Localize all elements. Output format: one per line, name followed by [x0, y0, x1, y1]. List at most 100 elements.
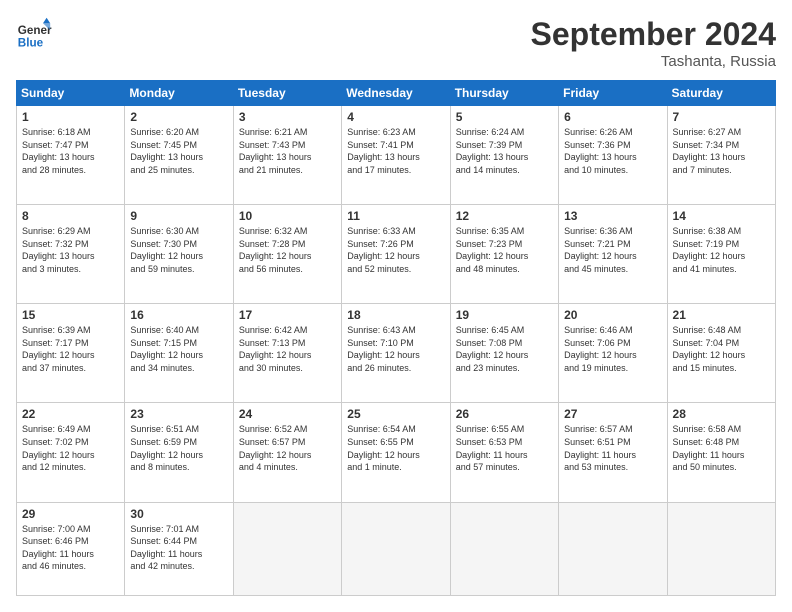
cell-info: Sunrise: 6:55 AM Sunset: 6:53 PM Dayligh… — [456, 423, 553, 473]
cell-info: Sunrise: 6:26 AM Sunset: 7:36 PM Dayligh… — [564, 126, 661, 176]
cell-info: Sunrise: 7:01 AM Sunset: 6:44 PM Dayligh… — [130, 523, 227, 573]
day-number: 29 — [22, 507, 119, 521]
table-row: 17 Sunrise: 6:42 AM Sunset: 7:13 PM Dayli… — [233, 304, 341, 403]
page: General Blue September 2024 Tashanta, Ru… — [0, 0, 792, 612]
table-row — [450, 502, 558, 595]
cell-info: Sunrise: 6:32 AM Sunset: 7:28 PM Dayligh… — [239, 225, 336, 275]
calendar-table: Sunday Monday Tuesday Wednesday Thursday… — [16, 80, 776, 596]
table-row: 3 Sunrise: 6:21 AM Sunset: 7:43 PM Daylig… — [233, 106, 341, 205]
day-number: 6 — [564, 110, 661, 124]
svg-text:Blue: Blue — [18, 37, 44, 50]
day-number: 26 — [456, 407, 553, 421]
table-row: 13 Sunrise: 6:36 AM Sunset: 7:21 PM Dayli… — [559, 205, 667, 304]
cell-info: Sunrise: 6:18 AM Sunset: 7:47 PM Dayligh… — [22, 126, 119, 176]
table-row: 25 Sunrise: 6:54 AM Sunset: 6:55 PM Dayli… — [342, 403, 450, 502]
day-number: 5 — [456, 110, 553, 124]
table-row: 27 Sunrise: 6:57 AM Sunset: 6:51 PM Dayli… — [559, 403, 667, 502]
table-row: 18 Sunrise: 6:43 AM Sunset: 7:10 PM Dayli… — [342, 304, 450, 403]
cell-info: Sunrise: 6:20 AM Sunset: 7:45 PM Dayligh… — [130, 126, 227, 176]
col-saturday: Saturday — [667, 81, 775, 106]
cell-info: Sunrise: 6:27 AM Sunset: 7:34 PM Dayligh… — [673, 126, 770, 176]
cell-info: Sunrise: 6:30 AM Sunset: 7:30 PM Dayligh… — [130, 225, 227, 275]
day-number: 23 — [130, 407, 227, 421]
table-row: 14Sunrise: 6:38 AM Sunset: 7:19 PM Dayli… — [667, 205, 775, 304]
cell-info: Sunrise: 6:46 AM Sunset: 7:06 PM Dayligh… — [564, 324, 661, 374]
cell-info: Sunrise: 6:23 AM Sunset: 7:41 PM Dayligh… — [347, 126, 444, 176]
table-row: 2 Sunrise: 6:20 AM Sunset: 7:45 PM Daylig… — [125, 106, 233, 205]
table-row: 10Sunrise: 6:32 AM Sunset: 7:28 PM Dayli… — [233, 205, 341, 304]
day-number: 1 — [22, 110, 119, 124]
table-row: 15Sunrise: 6:39 AM Sunset: 7:17 PM Dayli… — [17, 304, 125, 403]
table-row — [233, 502, 341, 595]
day-number: 17 — [239, 308, 336, 322]
day-number: 21 — [673, 308, 770, 322]
col-monday: Monday — [125, 81, 233, 106]
calendar-header-row: Sunday Monday Tuesday Wednesday Thursday… — [17, 81, 776, 106]
table-row: 5 Sunrise: 6:24 AM Sunset: 7:39 PM Daylig… — [450, 106, 558, 205]
col-friday: Friday — [559, 81, 667, 106]
logo: General Blue — [16, 16, 52, 52]
cell-info: Sunrise: 6:24 AM Sunset: 7:39 PM Dayligh… — [456, 126, 553, 176]
day-number: 13 — [564, 209, 661, 223]
table-row: 4 Sunrise: 6:23 AM Sunset: 7:41 PM Daylig… — [342, 106, 450, 205]
cell-info: Sunrise: 6:58 AM Sunset: 6:48 PM Dayligh… — [673, 423, 770, 473]
cell-info: Sunrise: 6:35 AM Sunset: 7:23 PM Dayligh… — [456, 225, 553, 275]
table-row — [559, 502, 667, 595]
table-row: 23 Sunrise: 6:51 AM Sunset: 6:59 PM Dayli… — [125, 403, 233, 502]
day-number: 24 — [239, 407, 336, 421]
cell-info: Sunrise: 6:36 AM Sunset: 7:21 PM Dayligh… — [564, 225, 661, 275]
day-number: 2 — [130, 110, 227, 124]
title-block: September 2024 Tashanta, Russia — [531, 16, 776, 70]
logo-icon: General Blue — [16, 16, 52, 52]
day-number: 9 — [130, 209, 227, 223]
table-row: 9 Sunrise: 6:30 AM Sunset: 7:30 PM Daylig… — [125, 205, 233, 304]
table-row: 11 Sunrise: 6:33 AM Sunset: 7:26 PM Dayli… — [342, 205, 450, 304]
table-row: 20Sunrise: 6:46 AM Sunset: 7:06 PM Dayli… — [559, 304, 667, 403]
cell-info: Sunrise: 6:40 AM Sunset: 7:15 PM Dayligh… — [130, 324, 227, 374]
table-row: 21 Sunrise: 6:48 AM Sunset: 7:04 PM Dayli… — [667, 304, 775, 403]
table-row: 24 Sunrise: 6:52 AM Sunset: 6:57 PM Dayli… — [233, 403, 341, 502]
location: Tashanta, Russia — [531, 53, 776, 70]
day-number: 8 — [22, 209, 119, 223]
day-number: 16 — [130, 308, 227, 322]
table-row: 7 Sunrise: 6:27 AM Sunset: 7:34 PM Daylig… — [667, 106, 775, 205]
day-number: 15 — [22, 308, 119, 322]
table-row: 30 Sunrise: 7:01 AM Sunset: 6:44 PM Dayli… — [125, 502, 233, 595]
table-row: 6 Sunrise: 6:26 AM Sunset: 7:36 PM Daylig… — [559, 106, 667, 205]
day-number: 18 — [347, 308, 444, 322]
cell-info: Sunrise: 6:48 AM Sunset: 7:04 PM Dayligh… — [673, 324, 770, 374]
cell-info: Sunrise: 6:42 AM Sunset: 7:13 PM Dayligh… — [239, 324, 336, 374]
cell-info: Sunrise: 6:57 AM Sunset: 6:51 PM Dayligh… — [564, 423, 661, 473]
cell-info: Sunrise: 6:45 AM Sunset: 7:08 PM Dayligh… — [456, 324, 553, 374]
cell-info: Sunrise: 6:21 AM Sunset: 7:43 PM Dayligh… — [239, 126, 336, 176]
table-row: 1 Sunrise: 6:18 AM Sunset: 7:47 PM Daylig… — [17, 106, 125, 205]
cell-info: Sunrise: 6:49 AM Sunset: 7:02 PM Dayligh… — [22, 423, 119, 473]
table-row: 19 Sunrise: 6:45 AM Sunset: 7:08 PM Dayli… — [450, 304, 558, 403]
cell-info: Sunrise: 7:00 AM Sunset: 6:46 PM Dayligh… — [22, 523, 119, 573]
month-title: September 2024 — [531, 16, 776, 53]
day-number: 11 — [347, 209, 444, 223]
table-row: 22 Sunrise: 6:49 AM Sunset: 7:02 PM Dayli… — [17, 403, 125, 502]
day-number: 22 — [22, 407, 119, 421]
cell-info: Sunrise: 6:33 AM Sunset: 7:26 PM Dayligh… — [347, 225, 444, 275]
col-thursday: Thursday — [450, 81, 558, 106]
day-number: 27 — [564, 407, 661, 421]
cell-info: Sunrise: 6:52 AM Sunset: 6:57 PM Dayligh… — [239, 423, 336, 473]
table-row: 8Sunrise: 6:29 AM Sunset: 7:32 PM Daylig… — [17, 205, 125, 304]
day-number: 7 — [673, 110, 770, 124]
cell-info: Sunrise: 6:43 AM Sunset: 7:10 PM Dayligh… — [347, 324, 444, 374]
day-number: 19 — [456, 308, 553, 322]
table-row: 26 Sunrise: 6:55 AM Sunset: 6:53 PM Dayli… — [450, 403, 558, 502]
table-row: 29 Sunrise: 7:00 AM Sunset: 6:46 PM Dayli… — [17, 502, 125, 595]
cell-info: Sunrise: 6:54 AM Sunset: 6:55 PM Dayligh… — [347, 423, 444, 473]
col-sunday: Sunday — [17, 81, 125, 106]
day-number: 30 — [130, 507, 227, 521]
col-wednesday: Wednesday — [342, 81, 450, 106]
table-row: 12Sunrise: 6:35 AM Sunset: 7:23 PM Dayli… — [450, 205, 558, 304]
table-row: 16 Sunrise: 6:40 AM Sunset: 7:15 PM Dayli… — [125, 304, 233, 403]
cell-info: Sunrise: 6:51 AM Sunset: 6:59 PM Dayligh… — [130, 423, 227, 473]
day-number: 4 — [347, 110, 444, 124]
day-number: 25 — [347, 407, 444, 421]
cell-info: Sunrise: 6:38 AM Sunset: 7:19 PM Dayligh… — [673, 225, 770, 275]
day-number: 3 — [239, 110, 336, 124]
